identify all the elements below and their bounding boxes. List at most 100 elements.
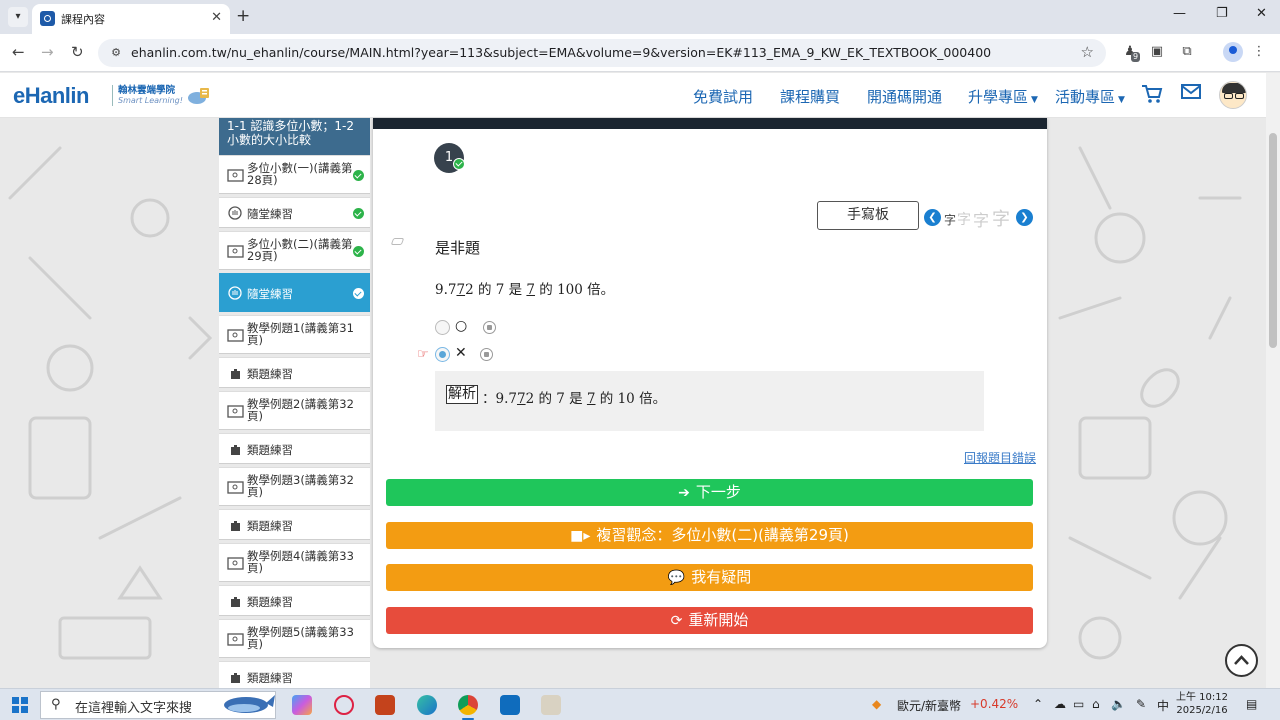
question-type-label: 是非題 — [435, 239, 481, 257]
report-error-link[interactable]: 回報題目錯誤 — [964, 449, 1036, 466]
extension-badge: 9 — [1131, 52, 1141, 62]
paint-app-icon[interactable] — [541, 695, 561, 715]
sidebar-item-example-3[interactable]: 教學例題3(講義第32頁) — [219, 467, 370, 506]
browser-menu-icon[interactable]: ⋮ — [1250, 43, 1268, 61]
network-icon[interactable]: ⌂ — [1092, 697, 1100, 711]
back-arrow-icon[interactable]: ← — [12, 43, 25, 61]
eliminate-option-icon[interactable] — [483, 321, 496, 334]
page-scrollbar-thumb[interactable] — [1269, 133, 1277, 348]
sidebar-item-similar-3[interactable]: 類題練習 — [219, 509, 370, 540]
reload-icon[interactable]: ↻ — [71, 43, 84, 61]
display-icon[interactable]: ▭ — [1073, 697, 1084, 711]
chrome-browser-icon[interactable] — [458, 695, 478, 720]
sidebar-item-label: 教學例題2(講義第32頁) — [247, 397, 354, 423]
font-size-xlarge-glyph[interactable]: 字 — [992, 205, 1010, 231]
scroll-to-top-button[interactable] — [1225, 644, 1258, 677]
sidebar-item-label: 教學例題3(講義第32頁) — [247, 473, 354, 499]
video-lesson-icon — [227, 480, 245, 494]
close-window-icon[interactable]: ✕ — [1256, 6, 1267, 21]
sidebar-item-practice-1[interactable]: 隨堂練習 — [219, 197, 370, 228]
maximize-window-icon[interactable]: ❐ — [1216, 6, 1228, 21]
practice-hand-icon — [227, 206, 245, 220]
sidebar-item-similar-5[interactable]: 類題練習 — [219, 661, 370, 688]
copilot-app-icon[interactable] — [292, 695, 312, 715]
ime-indicator[interactable]: 中 — [1157, 697, 1169, 714]
restart-button[interactable]: ⟳ 重新開始 — [386, 607, 1033, 634]
font-size-large-glyph[interactable]: 字 — [973, 207, 989, 231]
system-clock[interactable]: 上午 10:12 2025/2/16 — [1176, 691, 1228, 717]
notification-icon[interactable]: ▤ — [1246, 697, 1257, 711]
currency-change[interactable]: +0.42% — [970, 697, 1018, 711]
explanation-tag: 解析 — [446, 385, 478, 404]
mail-icon[interactable] — [1181, 83, 1201, 101]
ehanlin-logo[interactable]: eHanlin — [13, 83, 89, 109]
edge-browser-icon[interactable] — [417, 695, 437, 715]
sidebar-item-similar-4[interactable]: 類題練習 — [219, 585, 370, 616]
option-o-radio[interactable] — [435, 320, 450, 335]
next-step-button[interactable]: ➔ 下一步 — [386, 479, 1033, 506]
font-increase-arrow-icon[interactable]: ❯ — [1016, 209, 1033, 226]
nav-course-purchase[interactable]: 課程購買 — [780, 86, 840, 107]
reading-mode-icon[interactable]: ▣ — [1148, 43, 1166, 61]
profile-icon[interactable] — [1223, 42, 1243, 62]
sidebar-item-similar-2[interactable]: 類題練習 — [219, 433, 370, 464]
site-info-icon[interactable]: ⚙ — [108, 45, 124, 61]
option-o-label[interactable]: ○ — [455, 318, 467, 334]
explanation-text-part: 的 10 倍。 — [595, 391, 667, 407]
bookmark-star-icon[interactable]: ☆ — [1081, 43, 1094, 61]
eliminate-option-icon[interactable] — [480, 348, 493, 361]
tab-close-icon[interactable]: ✕ — [211, 10, 222, 25]
windows-start-icon[interactable] — [12, 697, 28, 713]
nav-activation-code[interactable]: 開通碼開通 — [867, 86, 942, 107]
search-icon: ⚲ — [51, 697, 61, 712]
volume-icon[interactable]: 🔈 — [1111, 697, 1126, 711]
new-tab-plus-icon[interactable]: + — [236, 6, 250, 26]
font-size-small-glyph[interactable]: 字 — [944, 211, 956, 228]
outlook-app-icon[interactable] — [500, 695, 520, 715]
sidebar-item-example-5[interactable]: 教學例題5(講義第33頁) — [219, 619, 370, 658]
sidebar-item-example-1[interactable]: 教學例題1(講義第31頁) — [219, 315, 370, 354]
tab-title: 課程內容 — [61, 13, 105, 26]
pen-icon[interactable]: ✎ — [1136, 697, 1146, 711]
handwriting-pad-button[interactable]: 手寫板 — [817, 201, 919, 230]
sidebar-item-video-2[interactable]: 多位小數(二)(講義第29頁) — [219, 231, 370, 270]
puzzle-icon — [227, 443, 245, 457]
sidebar-item-label: 類題練習 — [247, 595, 293, 609]
bookmark-diamond-icon[interactable] — [390, 238, 405, 245]
sidebar-item-similar-1[interactable]: 類題練習 — [219, 357, 370, 388]
sidebar-item-example-2[interactable]: 教學例題2(講義第32頁) — [219, 391, 370, 430]
option-x-label[interactable]: ✕ — [455, 345, 467, 361]
sidebar-item-practice-2-active[interactable]: 隨堂練習 — [219, 273, 370, 312]
nav-upgrade-zone[interactable]: 升學專區 ▼ — [968, 86, 1038, 107]
option-x-radio[interactable] — [435, 347, 450, 362]
onedrive-icon[interactable]: ☁ — [1054, 697, 1066, 711]
ask-question-button[interactable]: 💬 我有疑問 — [386, 564, 1033, 591]
nav-events-zone[interactable]: 活動專區 ▼ — [1055, 86, 1125, 107]
currency-widget-icon[interactable]: ◆ — [872, 697, 881, 711]
extension-icon[interactable]: ♟ 9 — [1121, 43, 1141, 62]
address-bar[interactable]: ⚙ ehanlin.com.tw/nu_ehanlin/course/MAIN.… — [98, 39, 1106, 67]
url-text[interactable]: ehanlin.com.tw/nu_ehanlin/course/MAIN.ht… — [131, 45, 991, 60]
panel-top-bar — [373, 118, 1047, 129]
user-avatar[interactable] — [1219, 81, 1247, 109]
snipping-tool-icon[interactable] — [334, 695, 354, 715]
practice-hand-icon — [227, 286, 245, 300]
page-scrollbar[interactable] — [1266, 73, 1280, 688]
nav-free-trial[interactable]: 免費試用 — [693, 86, 753, 107]
font-size-medium-glyph[interactable]: 字 — [957, 209, 971, 229]
forward-arrow-icon[interactable]: → — [41, 43, 54, 61]
powerpoint-app-icon[interactable] — [375, 695, 395, 715]
question-text-part: 2 的 7 是 — [465, 282, 527, 298]
browser-tab-active[interactable]: 課程內容 ✕ — [32, 4, 230, 34]
windows-taskbar: ⚲ 在這裡輸入文字來搜 ◆ 歐元/新臺幣 +0.42% ⌃ ☁ ▭ ⌂ 🔈 ✎ … — [0, 688, 1280, 720]
tray-chevron-up-icon[interactable]: ⌃ — [1033, 697, 1043, 711]
minimize-window-icon[interactable]: — — [1173, 6, 1186, 21]
extensions-puzzle-icon[interactable]: ⧉ — [1178, 43, 1196, 61]
tab-search-chevron-icon[interactable]: ▾ — [8, 7, 28, 27]
font-decrease-arrow-icon[interactable]: ❮ — [924, 209, 941, 226]
shopping-cart-icon[interactable] — [1141, 83, 1163, 105]
sidebar-item-video-1[interactable]: 多位小數(一)(講義第28頁) — [219, 155, 370, 194]
review-concept-button[interactable]: ■▸ 複習觀念：多位小數(二)(講義第29頁) — [386, 522, 1033, 549]
currency-pair[interactable]: 歐元/新臺幣 — [897, 697, 961, 714]
sidebar-item-example-4[interactable]: 教學例題4(講義第33頁) — [219, 543, 370, 582]
